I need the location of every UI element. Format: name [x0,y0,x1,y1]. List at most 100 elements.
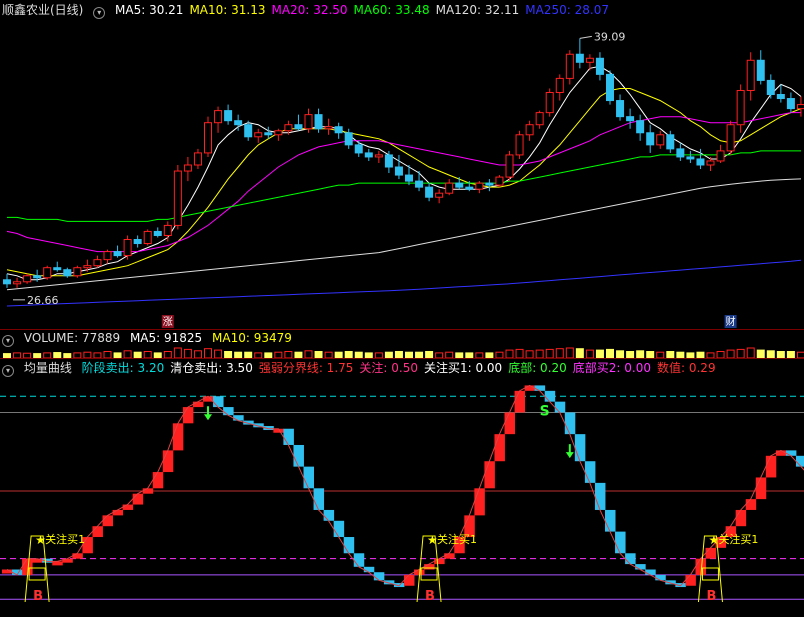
volume-bar [183,348,192,358]
indicator-step [735,509,747,527]
indicator-step [223,407,234,416]
volume-bar [766,350,775,358]
candle-body [354,144,363,154]
candle-body [716,150,725,162]
candle-body [224,110,233,122]
indicator-step [514,390,526,413]
candle-body [475,182,484,190]
candle-body [33,275,42,279]
candle-body [63,269,72,277]
sell-s-label: S [540,403,550,419]
indicator-step [92,526,103,538]
indicator-step [705,547,716,559]
candle-body [626,116,635,122]
indicator-step [434,558,445,565]
candle-body [153,230,162,236]
ma-line-MA250 [6,259,802,307]
candle-body [575,53,584,63]
candle-body [585,57,594,63]
candle-body [324,126,333,130]
indicator-chart: ★ 关注买1B★ 关注买1B★ 关注买1BS [0,384,804,604]
candle-body [73,267,82,277]
candle-body [435,192,444,198]
candle-body [555,77,564,93]
candle-body [636,120,645,134]
candle-body [13,281,22,285]
indicator-step [655,574,666,581]
volume-ma10: MA10: 93479 [212,331,292,345]
ma-line-MA60 [7,150,801,222]
candle-body [696,158,705,166]
candle-body [595,57,604,75]
candle-body [274,130,283,136]
candle-body [505,154,514,178]
indicator-step [112,509,124,516]
indicator-step [233,415,244,421]
buy-b-label: B [425,589,435,604]
indicator-step [132,493,144,505]
candle-body [485,182,494,186]
indicator-step [152,472,164,489]
candle-body [204,122,212,154]
candle-body [515,134,524,156]
candle-body [163,224,172,236]
indicator-step [484,461,495,489]
candle-body [133,239,142,245]
high-pointer [579,35,592,39]
indicator-step [363,566,375,573]
candle-body [776,94,785,100]
volume-bar [214,349,223,358]
candle-body [425,186,434,198]
candle-body [676,148,685,158]
volume-label: VOLUME: 77889 [23,331,121,345]
indicator-step [102,515,113,527]
volume-bar [555,348,564,358]
indicator-step [142,488,154,494]
indicator-step [645,569,656,575]
indicator-step [192,401,204,408]
candle-body [545,91,554,114]
candle-body [495,176,504,186]
candle-body [455,182,464,188]
candle-body [656,134,665,146]
candle-body [334,126,343,134]
ma-line-MA120 [6,178,802,291]
volume-bar [304,350,313,358]
candle-body [736,89,745,126]
indicator-step [494,434,505,462]
indicator-label-5: 底部: 0.20 [508,361,567,375]
candle-body [706,160,715,166]
indicator-step [182,407,194,424]
indicator-step [424,564,435,570]
indicator-step [615,531,626,554]
candle-body [405,174,413,182]
volume-bar [515,348,524,358]
indicator-step [755,477,767,500]
candle-body [686,156,695,160]
candle-body [244,124,253,138]
candle-body [83,265,92,269]
candle-body [284,124,293,132]
volume-bar [585,349,594,358]
candle-body [143,230,152,245]
indicator-step [172,423,184,451]
candle-body [766,79,775,96]
indicator-label-6: 底部买2: 0.00 [572,361,651,375]
ma-line-MA20 [6,112,801,253]
candle-body [364,152,373,158]
candle-body [314,114,323,130]
candle-body [193,152,202,166]
candle-body [344,132,353,146]
candle-body [756,59,765,81]
buy-b-label: B [33,589,43,604]
candle-body [93,259,102,267]
candle-body [646,132,655,146]
high-label: 39.09 [594,30,626,43]
indicator-step [122,504,134,510]
indicator-label-7: 数值: 0.29 [657,361,716,375]
indicator-step [564,412,576,435]
volume-bar [616,350,625,358]
candle-body [234,120,243,126]
volume-bar [545,348,554,358]
volume-bar [636,350,645,358]
